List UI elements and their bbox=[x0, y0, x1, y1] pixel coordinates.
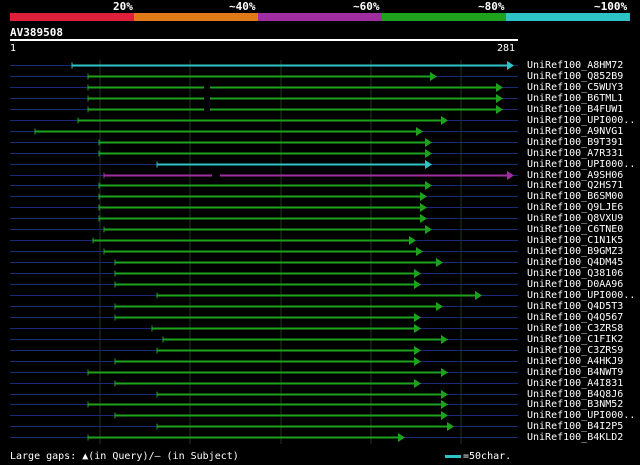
hit-arrowhead bbox=[425, 138, 432, 147]
hit-arrowhead bbox=[447, 422, 454, 431]
hit-arrowhead bbox=[420, 203, 427, 212]
scale-key-swatch bbox=[445, 454, 461, 458]
hit-arrowhead bbox=[414, 379, 421, 388]
hit-arrowhead bbox=[436, 258, 443, 267]
hit-arrowhead bbox=[496, 105, 503, 114]
hit-arrowhead bbox=[420, 192, 427, 201]
hit-arrowhead bbox=[416, 247, 423, 256]
hit-label[interactable]: UniRef100_Q4DM45 bbox=[527, 257, 623, 268]
scale-key-text: =50char. bbox=[463, 451, 512, 462]
hit-label[interactable]: UniRef100_UPI000.. bbox=[527, 290, 635, 301]
hit-arrowhead bbox=[441, 335, 448, 344]
hit-label[interactable]: UniRef100_Q852B9 bbox=[527, 71, 623, 82]
hit-label[interactable]: UniRef100_Q4Q567 bbox=[527, 312, 623, 323]
hit-arrowhead bbox=[420, 214, 427, 223]
hit-arrowhead bbox=[414, 313, 421, 322]
hit-arrowhead bbox=[507, 61, 514, 70]
hit-label[interactable]: UniRef100_UPI000.. bbox=[527, 115, 635, 126]
hit-label[interactable]: UniRef100_Q2HS71 bbox=[527, 180, 623, 191]
hit-arrowhead bbox=[496, 83, 503, 92]
hit-label[interactable]: UniRef100_C3ZRS8 bbox=[527, 323, 623, 334]
hit-arrowhead bbox=[496, 94, 503, 103]
hit-label[interactable]: UniRef100_B4I2P5 bbox=[527, 421, 623, 432]
hit-label[interactable]: UniRef100_B4FUW1 bbox=[527, 104, 623, 115]
hit-arrowhead bbox=[441, 368, 448, 377]
hit-arrowhead bbox=[436, 302, 443, 311]
hit-arrowhead bbox=[430, 72, 437, 81]
hit-arrowhead bbox=[441, 116, 448, 125]
hit-label[interactable]: UniRef100_D0AA96 bbox=[527, 279, 623, 290]
hit-arrowhead bbox=[414, 357, 421, 366]
hit-label[interactable]: UniRef100_A4I831 bbox=[527, 378, 623, 389]
hit-arrowhead bbox=[425, 160, 432, 169]
hit-arrowhead bbox=[414, 269, 421, 278]
hit-label[interactable]: UniRef100_A8HM72 bbox=[527, 60, 623, 71]
hit-label[interactable]: UniRef100_A9NVG1 bbox=[527, 126, 623, 137]
hit-label[interactable]: UniRef100_Q38106 bbox=[527, 268, 623, 279]
hit-label[interactable]: UniRef100_UPI000.. bbox=[527, 159, 635, 170]
hit-label[interactable]: UniRef100_C1FIK2 bbox=[527, 334, 623, 345]
hit-arrowhead bbox=[414, 280, 421, 289]
hit-label[interactable]: UniRef100_C1N1K5 bbox=[527, 235, 623, 246]
hit-arrowhead bbox=[414, 346, 421, 355]
hit-label[interactable]: UniRef100_Q9LJE6 bbox=[527, 202, 623, 213]
hit-label[interactable]: UniRef100_A7R331 bbox=[527, 148, 623, 159]
hit-arrowhead bbox=[416, 127, 423, 136]
hit-label[interactable]: UniRef100_A4HKJ9 bbox=[527, 356, 623, 367]
hit-arrowhead bbox=[507, 171, 514, 180]
hit-label[interactable]: UniRef100_C6TNE0 bbox=[527, 224, 623, 235]
hit-label[interactable]: UniRef100_B9T391 bbox=[527, 137, 623, 148]
hit-label[interactable]: UniRef100_B9GMZ3 bbox=[527, 246, 623, 257]
hit-arrowhead bbox=[425, 181, 432, 190]
hit-label[interactable]: UniRef100_B6TML1 bbox=[527, 93, 623, 104]
hit-arrowhead bbox=[475, 291, 482, 300]
hit-label[interactable]: UniRef100_Q4D5T3 bbox=[527, 301, 623, 312]
hit-arrowhead bbox=[441, 390, 448, 399]
hit-arrowhead bbox=[409, 236, 416, 245]
hit-arrowhead bbox=[425, 149, 432, 158]
hit-label[interactable]: UniRef100_B6SM00 bbox=[527, 191, 623, 202]
hit-arrowhead bbox=[441, 400, 448, 409]
hit-label[interactable]: UniRef100_B4KLD2 bbox=[527, 432, 623, 443]
gap-legend: Large gaps: ▲(in Query)/— (in Subject) bbox=[10, 451, 239, 462]
hit-arrowhead bbox=[441, 411, 448, 420]
hit-arrowhead bbox=[425, 225, 432, 234]
hit-arrowhead bbox=[398, 433, 405, 442]
hit-arrowhead bbox=[414, 324, 421, 333]
hit-label[interactable]: UniRef100_C5WUY3 bbox=[527, 82, 623, 93]
hit-label[interactable]: UniRef100_B4NWT9 bbox=[527, 367, 623, 378]
hit-label[interactable]: UniRef100_Q8VXU9 bbox=[527, 213, 623, 224]
scale-key: =50char. bbox=[445, 451, 511, 462]
hit-label[interactable]: UniRef100_B3NM52 bbox=[527, 399, 623, 410]
hit-label[interactable]: UniRef100_UPI000.. bbox=[527, 410, 635, 421]
hit-label[interactable]: UniRef100_C3ZRS9 bbox=[527, 345, 623, 356]
